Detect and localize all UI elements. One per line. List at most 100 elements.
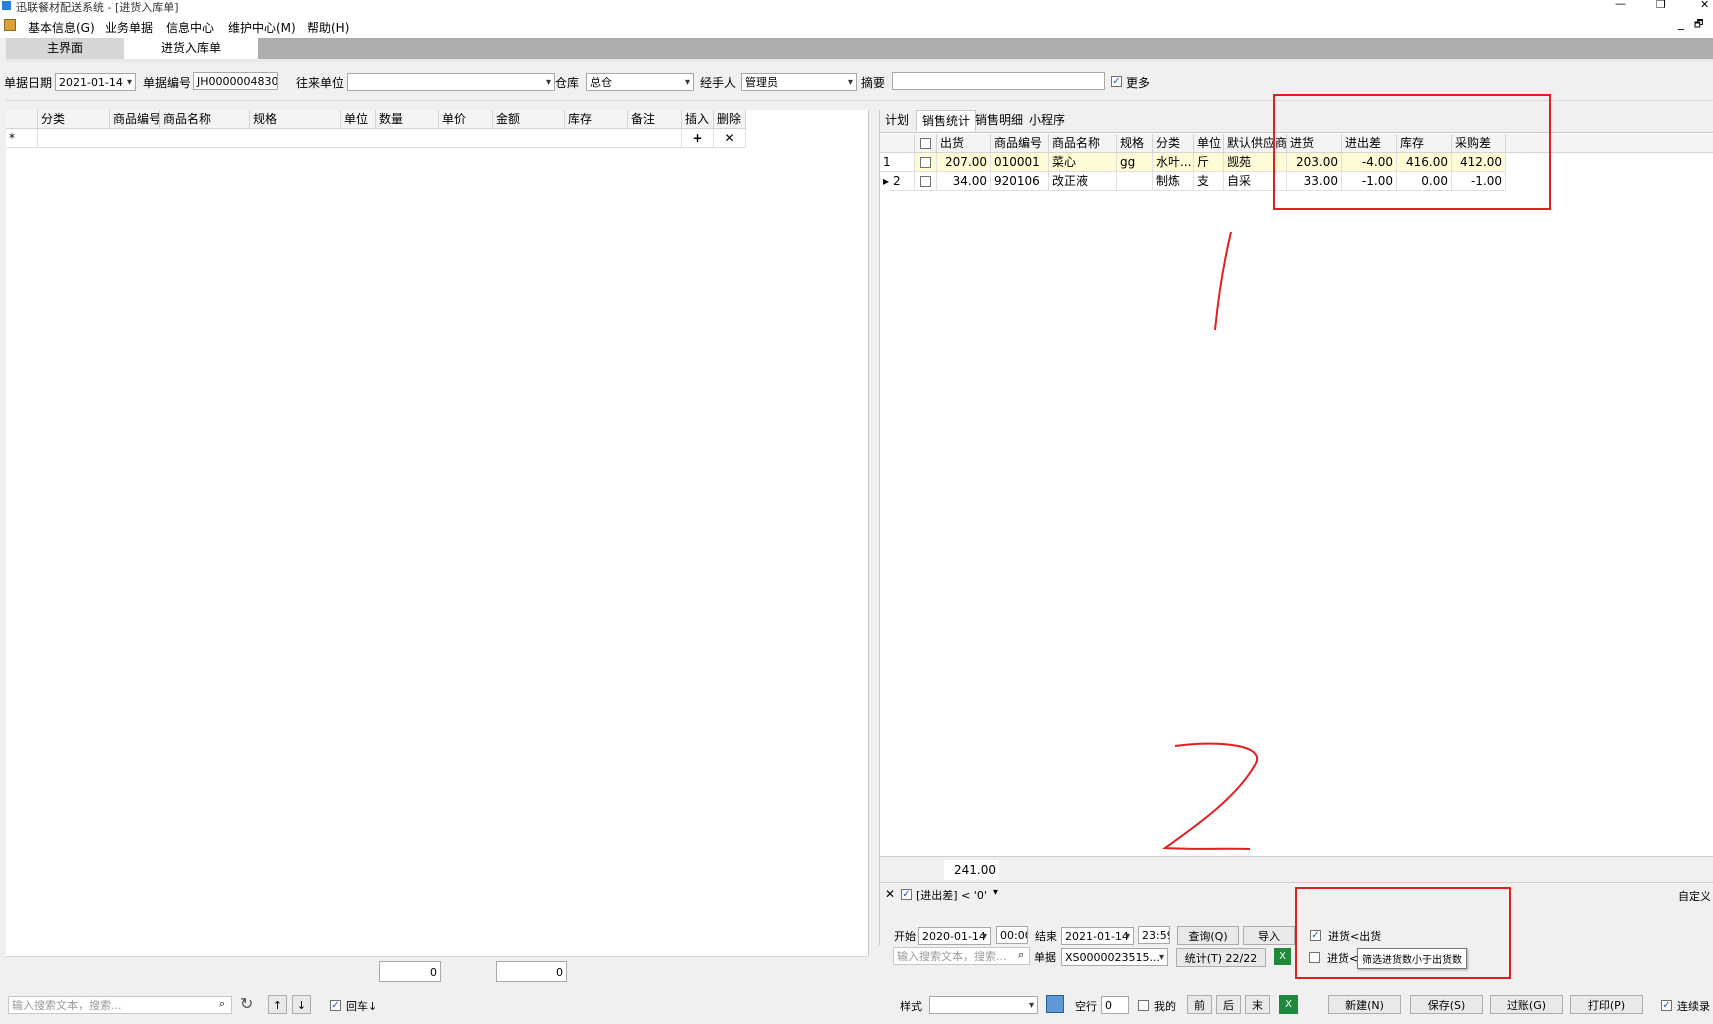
select-all-checkbox[interactable] — [920, 138, 931, 149]
menu-info-center[interactable]: 信息中心 — [166, 19, 214, 36]
restore-button[interactable]: ❐ — [1656, 0, 1666, 11]
col-unit[interactable]: 单位 — [341, 110, 376, 129]
col-name[interactable]: 商品名称 — [160, 110, 250, 129]
search-icon[interactable]: ⌕ — [219, 997, 225, 1011]
menu-business-docs[interactable]: 业务单据 — [105, 19, 153, 36]
customize-filter[interactable]: 自定义 — [1678, 888, 1711, 904]
rcol-code[interactable]: 商品编号 — [991, 134, 1049, 153]
more-checkbox[interactable]: ✓ — [1111, 76, 1122, 87]
warehouse-select[interactable]: 总仓 — [586, 73, 694, 91]
filter-expression[interactable]: [进出差] < '0' — [916, 887, 987, 903]
inner-restore-button[interactable]: 🗗 — [1694, 17, 1703, 34]
col-delete[interactable]: 删除 — [714, 110, 746, 129]
row-checkbox[interactable] — [920, 157, 931, 168]
date-label: 单据日期 — [4, 76, 53, 90]
enter-down-checkbox[interactable]: ✓ — [330, 1000, 341, 1011]
bottom-search-input[interactable]: 输入搜索文本，搜索... — [8, 996, 232, 1014]
search-icon[interactable]: ⌕ — [1018, 948, 1024, 962]
nav-last-button[interactable]: 末 — [1245, 995, 1270, 1014]
row-select[interactable] — [915, 172, 937, 191]
tab-sales-stats[interactable]: 销售统计 — [916, 110, 977, 131]
save-button[interactable]: 保存(S) — [1410, 995, 1483, 1014]
excel-icon[interactable]: X — [1274, 948, 1291, 965]
tab-mini-program[interactable]: 小程序 — [1024, 110, 1070, 130]
rcol-unit[interactable]: 单位 — [1194, 134, 1224, 153]
col-price[interactable]: 单价 — [439, 110, 493, 129]
tab-sales-detail[interactable]: 销售明细 — [970, 110, 1028, 130]
date-picker[interactable]: 2021-01-14 — [55, 73, 136, 91]
partner-select[interactable] — [347, 73, 555, 91]
stats-panel: 计划 销售统计 销售明细 小程序 出货 商品编号 商品名称 规格 分类 单位 默… — [879, 110, 1713, 956]
nav-prev-button[interactable]: 前 — [1187, 995, 1212, 1014]
total-qty: 0 — [379, 961, 441, 982]
col-note[interactable]: 备注 — [628, 110, 682, 129]
close-button[interactable]: ✕ — [1700, 0, 1709, 11]
tab-main[interactable]: 主界面 — [6, 38, 125, 59]
import-button[interactable]: 导入 — [1243, 926, 1295, 945]
print-button[interactable]: 打印(P) — [1570, 995, 1643, 1014]
end-time-input[interactable]: 23:59 — [1138, 926, 1170, 944]
handler-label: 经手人 — [700, 76, 737, 90]
rcol-spec[interactable]: 规格 — [1117, 134, 1153, 153]
post-button[interactable]: 过账(G) — [1490, 995, 1563, 1014]
row-index: 1 — [880, 153, 915, 172]
handler-select[interactable]: 管理员 — [741, 73, 857, 91]
rcol-name[interactable]: 商品名称 — [1049, 134, 1117, 153]
cell-name: 菜心 — [1049, 153, 1117, 172]
left-totals-bar: 0 0 — [6, 956, 868, 984]
continue-entry-checkbox[interactable]: ✓ — [1661, 1000, 1672, 1011]
menu-maintenance[interactable]: 维护中心(M) — [228, 19, 296, 36]
rgrid-select-all[interactable] — [915, 134, 937, 153]
summary-input[interactable] — [892, 72, 1105, 90]
delete-row-button[interactable]: ✕ — [714, 129, 746, 148]
move-up-button[interactable]: ↑ — [268, 995, 287, 1014]
end-date-picker[interactable]: 2021-01-14 — [1061, 927, 1134, 945]
doc-no-field[interactable]: JH0000004830 — [193, 72, 278, 90]
col-category[interactable]: 分类 — [38, 110, 110, 129]
tab-plan[interactable]: 计划 — [880, 110, 914, 130]
cell-out: 34.00 — [937, 172, 991, 191]
new-button[interactable]: 新建(N) — [1328, 995, 1401, 1014]
col-stock[interactable]: 库存 — [565, 110, 628, 129]
refresh-icon[interactable]: ↻ — [240, 994, 253, 1013]
cell-unit: 支 — [1194, 172, 1224, 191]
col-qty[interactable]: 数量 — [376, 110, 439, 129]
menu-help[interactable]: 帮助(H) — [307, 19, 349, 36]
rcol-out[interactable]: 出货 — [937, 134, 991, 153]
clear-filter-icon[interactable]: ✕ — [885, 887, 895, 901]
doc-select[interactable]: XS0000023515... — [1061, 948, 1168, 966]
row-select[interactable] — [915, 153, 937, 172]
inner-minimize-button[interactable]: _ — [1678, 16, 1684, 30]
style-select[interactable] — [929, 996, 1038, 1014]
rcol-category[interactable]: 分类 — [1153, 134, 1194, 153]
col-insert[interactable]: 插入 — [682, 110, 714, 129]
menu-basic-info[interactable]: 基本信息(G) — [28, 19, 95, 36]
nav-next-button[interactable]: 后 — [1216, 995, 1241, 1014]
enter-down-label: 回车↓ — [346, 1000, 378, 1013]
filter-enabled-checkbox[interactable]: ✓ — [901, 889, 912, 900]
app-icon — [2, 1, 11, 10]
row-checkbox[interactable] — [920, 176, 931, 187]
filter-dropdown-icon[interactable]: ▾ — [993, 887, 998, 898]
col-amount[interactable]: 金额 — [493, 110, 565, 129]
minimize-button[interactable]: — — [1615, 0, 1626, 10]
stats-button[interactable]: 统计(T) 22/22 — [1176, 948, 1266, 967]
query-button[interactable]: 查询(Q) — [1177, 926, 1239, 945]
insert-row-button[interactable]: + — [682, 129, 714, 148]
doc-label: 单据 — [1034, 951, 1056, 964]
summary-label: 摘要 — [861, 76, 886, 90]
start-date-picker[interactable]: 2020-01-14 — [918, 927, 991, 945]
continue-entry-label: 连续录 — [1677, 1000, 1710, 1013]
move-down-button[interactable]: ↓ — [292, 995, 311, 1014]
excel-icon[interactable]: X — [1279, 995, 1298, 1014]
cell-name: 改正液 — [1049, 172, 1117, 191]
style-image-icon[interactable] — [1046, 995, 1064, 1013]
tab-purchase-inbound[interactable]: 进货入库单 — [124, 38, 258, 59]
mine-checkbox[interactable] — [1138, 1000, 1149, 1011]
stats-search-input[interactable]: 输入搜索文本，搜索... — [893, 947, 1030, 965]
blank-rows-stepper[interactable]: 0 — [1101, 996, 1129, 1014]
start-time-input[interactable]: 00:00 — [996, 926, 1028, 944]
col-code[interactable]: 商品编号 — [110, 110, 160, 129]
col-spec[interactable]: 规格 — [250, 110, 341, 129]
new-row[interactable] — [38, 129, 682, 148]
